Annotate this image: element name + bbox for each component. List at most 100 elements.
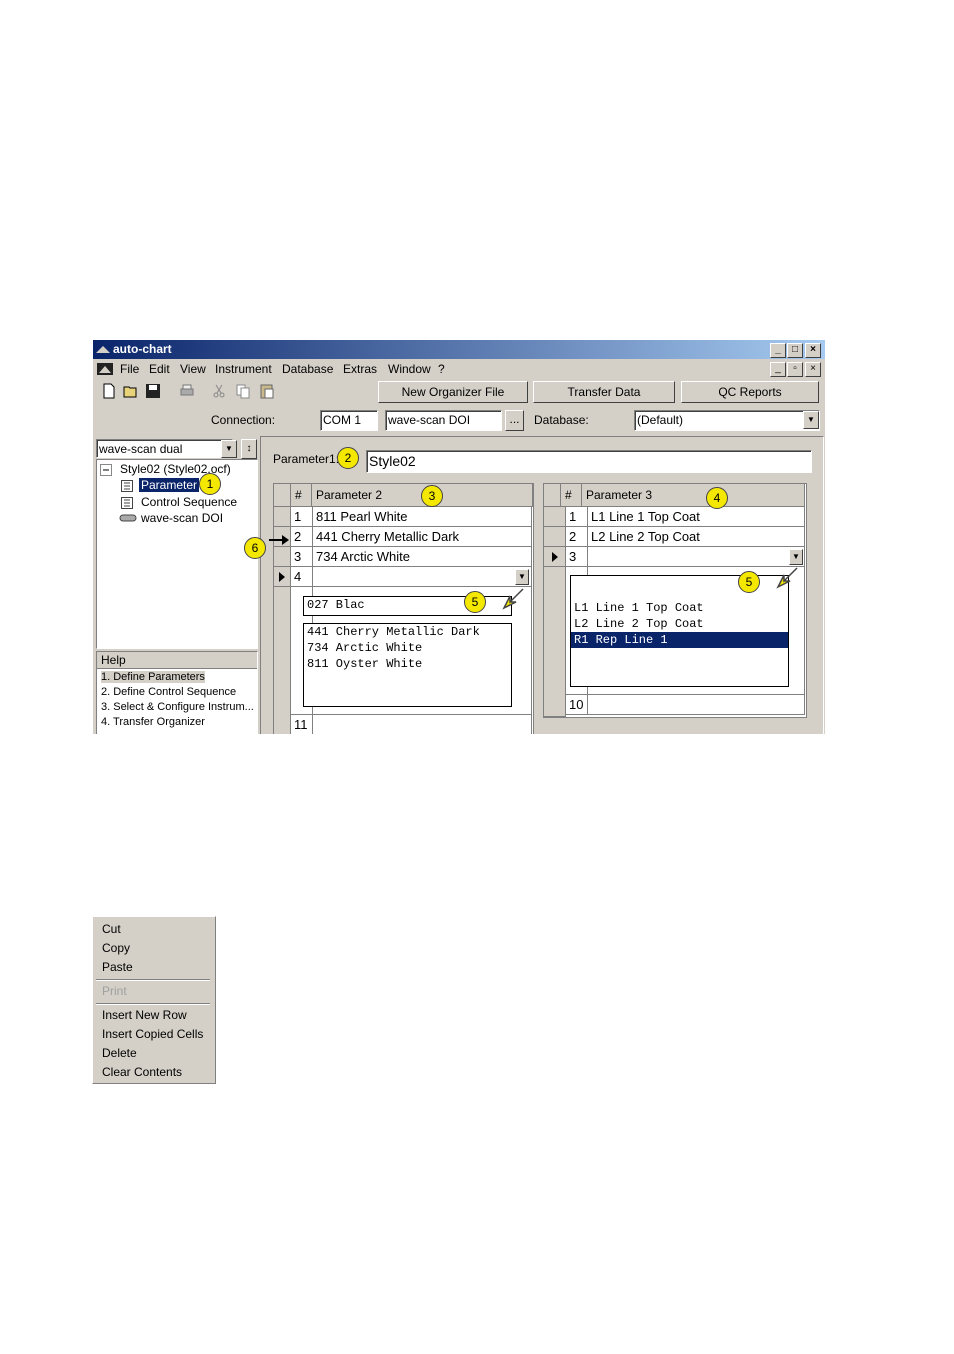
new-file-button[interactable] — [99, 383, 119, 403]
parameter3-dropdown-list: L1 Line 1 Top Coat L2 Line 2 Top Coat R1… — [570, 575, 789, 687]
parameter1-field[interactable]: Style02 — [366, 450, 812, 473]
grid-cell[interactable]: L2 Line 2 Top Coat — [588, 527, 805, 547]
dropdown-option[interactable]: 441 Cherry Metallic Dark — [304, 624, 511, 640]
menu-window[interactable]: Window — [388, 362, 431, 376]
title-bar: auto-chart _ □ × — [93, 340, 825, 359]
menu-help[interactable]: ? — [438, 362, 445, 376]
new-icon — [103, 383, 115, 399]
grid-corner — [544, 484, 561, 507]
connection-device-field[interactable]: wave-scan DOI — [385, 410, 502, 431]
database-dropdown-button[interactable]: ▼ — [803, 411, 819, 429]
help-item[interactable]: 3. Select & Configure Instrum... — [101, 701, 254, 713]
minimize-button[interactable]: _ — [770, 343, 786, 358]
menu-edit[interactable]: Edit — [149, 362, 170, 376]
tree-item-parameter[interactable]: Parameter — [139, 478, 200, 492]
help-item[interactable]: 2. Define Control Sequence — [101, 686, 236, 698]
grid-cell[interactable] — [313, 715, 532, 734]
grid-cell[interactable]: L1 Line 1 Top Coat — [588, 507, 805, 527]
cut-icon — [213, 384, 225, 398]
row-header[interactable] — [274, 547, 291, 567]
row-header[interactable] — [544, 527, 566, 547]
menu-file[interactable]: File — [120, 362, 139, 376]
mdi-minimize-button[interactable]: _ — [770, 362, 786, 377]
database-select-value: (Default) — [637, 413, 684, 427]
connection-port-field[interactable]: COM 1 — [320, 410, 378, 431]
help-panel: Help 1. Define Parameters 2. Define Cont… — [96, 651, 258, 734]
database-select[interactable]: (Default) — [634, 410, 820, 431]
tree-item-wave-scan[interactable]: wave-scan DOI — [141, 511, 223, 525]
connection-label: Connection: — [211, 413, 276, 427]
parameter-icon — [121, 480, 133, 492]
column-header-parameter3[interactable]: Parameter 3 — [582, 484, 805, 507]
qc-reports-button[interactable]: QC Reports — [681, 381, 819, 403]
dropdown-option-selected[interactable]: R1 Rep Line 1 — [571, 632, 788, 648]
menu-view[interactable]: View — [180, 362, 206, 376]
parameter1-label: Parameter1: — [273, 452, 340, 466]
row-header-current[interactable] — [544, 547, 566, 567]
grid-cell-editing[interactable] — [313, 567, 532, 587]
context-menu-delete[interactable]: Delete — [102, 1046, 137, 1060]
row-header[interactable] — [274, 507, 291, 527]
collapse-icon[interactable] — [100, 464, 112, 476]
grid-cell[interactable]: 734 Arctic White — [313, 547, 532, 567]
menu-separator — [96, 1003, 210, 1005]
mdi-close-button[interactable]: × — [805, 362, 821, 377]
callout-marker: 4 — [706, 487, 728, 509]
context-menu-insert-new-row[interactable]: Insert New Row — [102, 1008, 187, 1022]
row-number: 3 — [291, 547, 313, 567]
callout-marker: 5 — [464, 591, 486, 613]
row-header[interactable] — [544, 507, 566, 527]
copy-button[interactable] — [233, 383, 253, 403]
context-menu-copy[interactable]: Copy — [102, 941, 130, 955]
grid-cell[interactable] — [588, 695, 805, 715]
window-title: auto-chart — [113, 342, 172, 356]
menu-database[interactable]: Database — [282, 362, 333, 376]
row-header-current[interactable] — [274, 567, 291, 587]
open-file-button[interactable] — [121, 383, 141, 403]
document-icon — [97, 363, 113, 375]
paste-button[interactable] — [257, 383, 277, 403]
print-button[interactable] — [177, 383, 197, 403]
menu-extras[interactable]: Extras — [343, 362, 377, 376]
current-row-icon — [279, 572, 285, 582]
current-row-icon — [552, 552, 558, 562]
row-headers-empty — [544, 567, 566, 717]
cut-button[interactable] — [209, 383, 229, 403]
maximize-button[interactable]: □ — [787, 343, 803, 358]
context-menu-paste[interactable]: Paste — [102, 960, 133, 974]
context-menu-cut[interactable]: Cut — [102, 922, 121, 936]
dropdown-option[interactable]: L2 Line 2 Top Coat — [571, 616, 788, 632]
context-menu-print: Print — [102, 984, 127, 998]
close-button[interactable]: × — [805, 343, 821, 358]
grid-cell-editing[interactable] — [588, 547, 805, 567]
instrument-icon — [119, 514, 137, 522]
pointer-arrow-icon — [502, 588, 524, 610]
menu-separator — [96, 979, 210, 981]
callout-marker: 2 — [337, 447, 359, 469]
save-icon — [146, 384, 160, 398]
help-item[interactable]: 1. Define Parameters — [101, 671, 205, 683]
new-organizer-file-button[interactable]: New Organizer File — [378, 381, 528, 403]
row-headers-empty — [274, 587, 291, 734]
browse-button[interactable]: ... — [505, 410, 524, 431]
help-header: Help — [97, 652, 257, 669]
transfer-data-button[interactable]: Transfer Data — [533, 381, 675, 403]
instrument-dropdown-button[interactable]: ▼ — [221, 440, 237, 458]
context-menu-insert-copied-cells[interactable]: Insert Copied Cells — [102, 1027, 203, 1041]
instrument-select[interactable]: wave-scan dual — [96, 439, 233, 458]
save-file-button[interactable] — [143, 383, 163, 403]
callout-marker: 5 — [738, 571, 760, 593]
dropdown-option[interactable]: 811 Oyster White — [304, 656, 511, 672]
context-menu-clear-contents[interactable]: Clear Contents — [102, 1065, 182, 1079]
grid-cell[interactable]: 441 Cherry Metallic Dark — [313, 527, 532, 547]
mdi-restore-button[interactable]: ▫ — [787, 362, 803, 377]
sort-button[interactable]: ↕ — [241, 439, 257, 459]
dropdown-option[interactable]: 734 Arctic White — [304, 640, 511, 656]
menu-instrument[interactable]: Instrument — [215, 362, 272, 376]
cell-dropdown-button[interactable]: ▼ — [515, 569, 529, 585]
dropdown-option[interactable]: L1 Line 1 Top Coat — [571, 600, 788, 616]
tree-item-control-sequence[interactable]: Control Sequence — [141, 495, 237, 509]
help-item[interactable]: 4. Transfer Organizer — [101, 716, 205, 728]
cell-dropdown-button[interactable]: ▼ — [789, 549, 803, 565]
grid-cell[interactable]: 811 Pearl White — [313, 507, 532, 527]
